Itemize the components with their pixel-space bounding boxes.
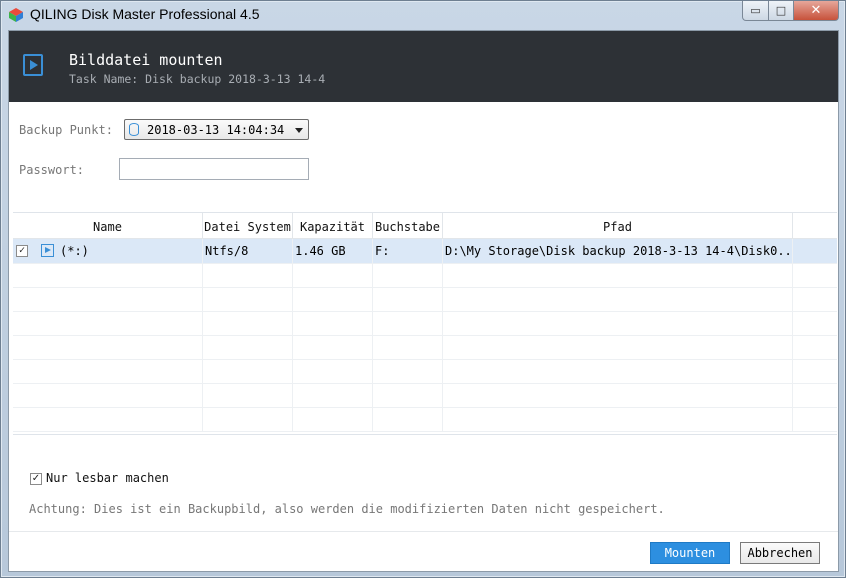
cell-path: D:\My Storage\Disk backup 2018-3-13 14-4… <box>443 239 793 263</box>
table-row-empty <box>13 383 837 408</box>
table-row-empty <box>13 263 837 288</box>
empty-cell <box>13 383 203 407</box>
cell-name: ✓ (*:) <box>13 239 203 263</box>
backup-point-dropdown[interactable]: 2018-03-13 14:04:34 <box>124 119 309 140</box>
window-controls: ▭ □ ✕ <box>742 1 839 21</box>
empty-cell <box>13 359 203 383</box>
empty-cell <box>293 407 373 431</box>
table-row-empty <box>13 359 837 384</box>
empty-cell <box>443 407 793 431</box>
empty-cell <box>203 407 293 431</box>
column-header-letter[interactable]: Buchstabe <box>373 213 443 238</box>
title-bar[interactable]: QILING Disk Master Professional 4.5 ▭ □ … <box>1 1 845 30</box>
empty-cell <box>203 311 293 335</box>
empty-cell <box>13 263 203 287</box>
empty-cell <box>373 311 443 335</box>
maximize-button[interactable]: □ <box>769 1 794 21</box>
table-row-empty <box>13 287 837 312</box>
row-checkbox[interactable]: ✓ <box>16 245 28 257</box>
dialog-body: Bilddatei mounten Task Name: Disk backup… <box>8 30 839 572</box>
cancel-button[interactable]: Abbrechen <box>740 542 820 564</box>
close-icon: ✕ <box>810 3 822 18</box>
column-header-path[interactable]: Pfad <box>443 213 793 238</box>
disk-icon <box>129 123 139 136</box>
partition-icon <box>41 244 54 257</box>
empty-cell <box>203 359 293 383</box>
cell-capacity: 1.46 GB <box>293 239 373 263</box>
partition-table: Name Datei System Kapazität Buchstabe Pf… <box>13 212 837 435</box>
empty-cell <box>443 287 793 311</box>
empty-cell <box>293 335 373 359</box>
empty-cell <box>373 335 443 359</box>
play-icon <box>23 54 43 76</box>
backup-point-label: Backup Punkt: <box>19 123 113 137</box>
app-window: QILING Disk Master Professional 4.5 ▭ □ … <box>0 0 846 578</box>
warning-text: Achtung: Dies ist ein Backupbild, also w… <box>29 502 665 516</box>
empty-cell <box>443 359 793 383</box>
empty-cell <box>13 311 203 335</box>
empty-cell <box>293 311 373 335</box>
empty-cell <box>203 383 293 407</box>
minimize-icon: ▭ <box>750 4 761 17</box>
backup-point-value: 2018-03-13 14:04:34 <box>147 123 285 137</box>
close-button[interactable]: ✕ <box>794 1 839 21</box>
empty-cell <box>293 359 373 383</box>
cell-letter: F: <box>373 239 443 263</box>
window-title: QILING Disk Master Professional 4.5 <box>30 6 260 22</box>
password-label: Passwort: <box>19 163 85 177</box>
minimize-button[interactable]: ▭ <box>742 1 769 21</box>
empty-cell <box>373 383 443 407</box>
divider <box>9 531 838 532</box>
maximize-icon: □ <box>775 4 787 17</box>
mount-button[interactable]: Mounten <box>650 542 730 564</box>
cell-filesystem: Ntfs/8 <box>203 239 293 263</box>
readonly-label[interactable]: Nur lesbar machen <box>46 471 169 485</box>
empty-cell <box>443 263 793 287</box>
empty-cell <box>13 287 203 311</box>
empty-cell <box>373 407 443 431</box>
dialog-header: Bilddatei mounten Task Name: Disk backup… <box>9 31 838 102</box>
table-row[interactable]: ✓ (*:) Ntfs/8 1.46 GB F: D:\My Storage\D… <box>13 239 837 264</box>
chevron-down-icon <box>295 128 303 133</box>
empty-cell <box>293 287 373 311</box>
table-row-empty <box>13 407 837 432</box>
empty-cell <box>443 311 793 335</box>
empty-cell <box>293 263 373 287</box>
empty-cell <box>373 263 443 287</box>
password-field[interactable] <box>119 158 309 180</box>
dialog-title: Bilddatei mounten <box>69 51 223 69</box>
empty-cell <box>443 383 793 407</box>
empty-cell <box>373 359 443 383</box>
partition-name: (*:) <box>60 244 89 258</box>
empty-cell <box>203 263 293 287</box>
readonly-checkbox[interactable]: ✓ <box>30 473 42 485</box>
column-header-capacity[interactable]: Kapazität <box>293 213 373 238</box>
empty-cell <box>203 287 293 311</box>
task-name: Task Name: Disk backup 2018-3-13 14-4 <box>69 72 326 86</box>
empty-cell <box>203 335 293 359</box>
table-row-empty <box>13 311 837 336</box>
table-row-empty <box>13 335 837 360</box>
column-header-filesystem[interactable]: Datei System <box>203 213 293 238</box>
empty-cell <box>13 407 203 431</box>
table-header: Name Datei System Kapazität Buchstabe Pf… <box>13 213 837 239</box>
empty-cell <box>373 287 443 311</box>
empty-cell <box>293 383 373 407</box>
empty-cell <box>443 335 793 359</box>
empty-cell <box>13 335 203 359</box>
column-header-name[interactable]: Name <box>13 213 203 238</box>
app-logo-icon <box>9 8 23 22</box>
